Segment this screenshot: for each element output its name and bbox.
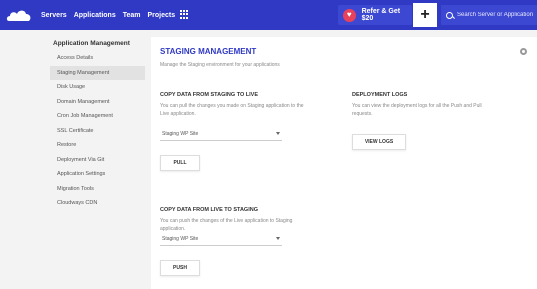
apps-grid-icon[interactable] [180,10,189,19]
pull-button[interactable]: PULL [160,155,200,171]
sidebar-item-restore[interactable]: Restore [50,138,145,153]
sidebar-item-staging-management[interactable]: Staging Management [50,65,145,80]
nav-applications[interactable]: Applications [74,12,116,19]
nav-team[interactable]: Team [123,12,141,19]
staging-to-live-desc: You can pull the changes you made on Sta… [160,103,342,118]
push-button[interactable]: PUSH [160,260,200,276]
sidebar-item-ssl-certificate[interactable]: SSL Certificate [50,124,145,139]
sidebar-item-domain-management[interactable]: Domain Management [50,95,145,110]
live-to-staging-desc: You can push the changes of the Live app… [160,218,342,233]
staging-to-live-desc-line2: Live application. [160,110,196,117]
top-navbar: Servers Applications Team Projects ♥ Ref… [0,0,537,30]
sidebar-item-disk-usage[interactable]: Disk Usage [50,80,145,95]
live-to-staging-desc-line1: You can push the changes of the Live app… [160,218,293,224]
search-input[interactable] [457,12,537,18]
refer-label: Refer & Get $20 [361,8,401,22]
nav-projects[interactable]: Projects [148,12,176,19]
main-nav: Servers Applications Team Projects [41,0,182,30]
sidebar-item-application-settings[interactable]: Application Settings [50,167,145,182]
add-button[interactable]: + [413,3,437,27]
staging-to-live-select-value: Staging WP Site [162,130,199,137]
deployment-logs-desc-line1: You can view the deployment logs for all… [352,103,482,109]
sidebar: Application Management Access Details St… [50,40,145,211]
chevron-down-icon [276,132,280,135]
staging-to-live-desc-line1: You can pull the changes you made on Sta… [160,103,304,109]
page-title: STAGING MANAGEMENT [160,47,257,56]
sidebar-item-deployment-via-git[interactable]: Deployment Via Git [50,153,145,168]
staging-to-live-select[interactable]: Staging WP Site [160,127,282,141]
page-subtitle: Manage the Staging environment for your … [160,62,280,68]
deployment-logs-desc-line2: requests. [352,110,373,117]
live-to-staging-select-value: Staging WP Site [162,235,199,242]
deployment-logs-title: DEPLOYMENT LOGS [352,92,408,98]
refer-button[interactable]: ♥ Refer & Get $20 [338,5,412,25]
plus-icon: + [420,6,430,23]
deployment-logs-desc: You can view the deployment logs for all… [352,103,512,118]
help-icon[interactable] [520,48,527,55]
search-box[interactable] [441,5,537,25]
cloudways-logo-icon[interactable] [6,7,32,23]
sidebar-title: Application Management [53,40,130,47]
search-icon [446,11,453,19]
nav-servers[interactable]: Servers [41,12,67,19]
staging-to-live-title: COPY DATA FROM STAGING TO LIVE [160,92,258,98]
chevron-down-icon [276,237,280,240]
sidebar-item-cron-job-management[interactable]: Cron Job Management [50,109,145,124]
sidebar-item-cloudways-cdn[interactable]: Cloudways CDN [50,196,145,211]
heart-icon: ♥ [343,8,356,22]
main-panel: STAGING MANAGEMENT Manage the Staging en… [151,37,537,289]
sidebar-item-access-details[interactable]: Access Details [50,51,145,66]
view-logs-button[interactable]: VIEW LOGS [352,134,406,150]
sidebar-item-migration-tools[interactable]: Migration Tools [50,182,145,197]
live-to-staging-title: COPY DATA FROM LIVE TO STAGING [160,207,258,213]
live-to-staging-select[interactable]: Staging WP Site [160,232,282,246]
